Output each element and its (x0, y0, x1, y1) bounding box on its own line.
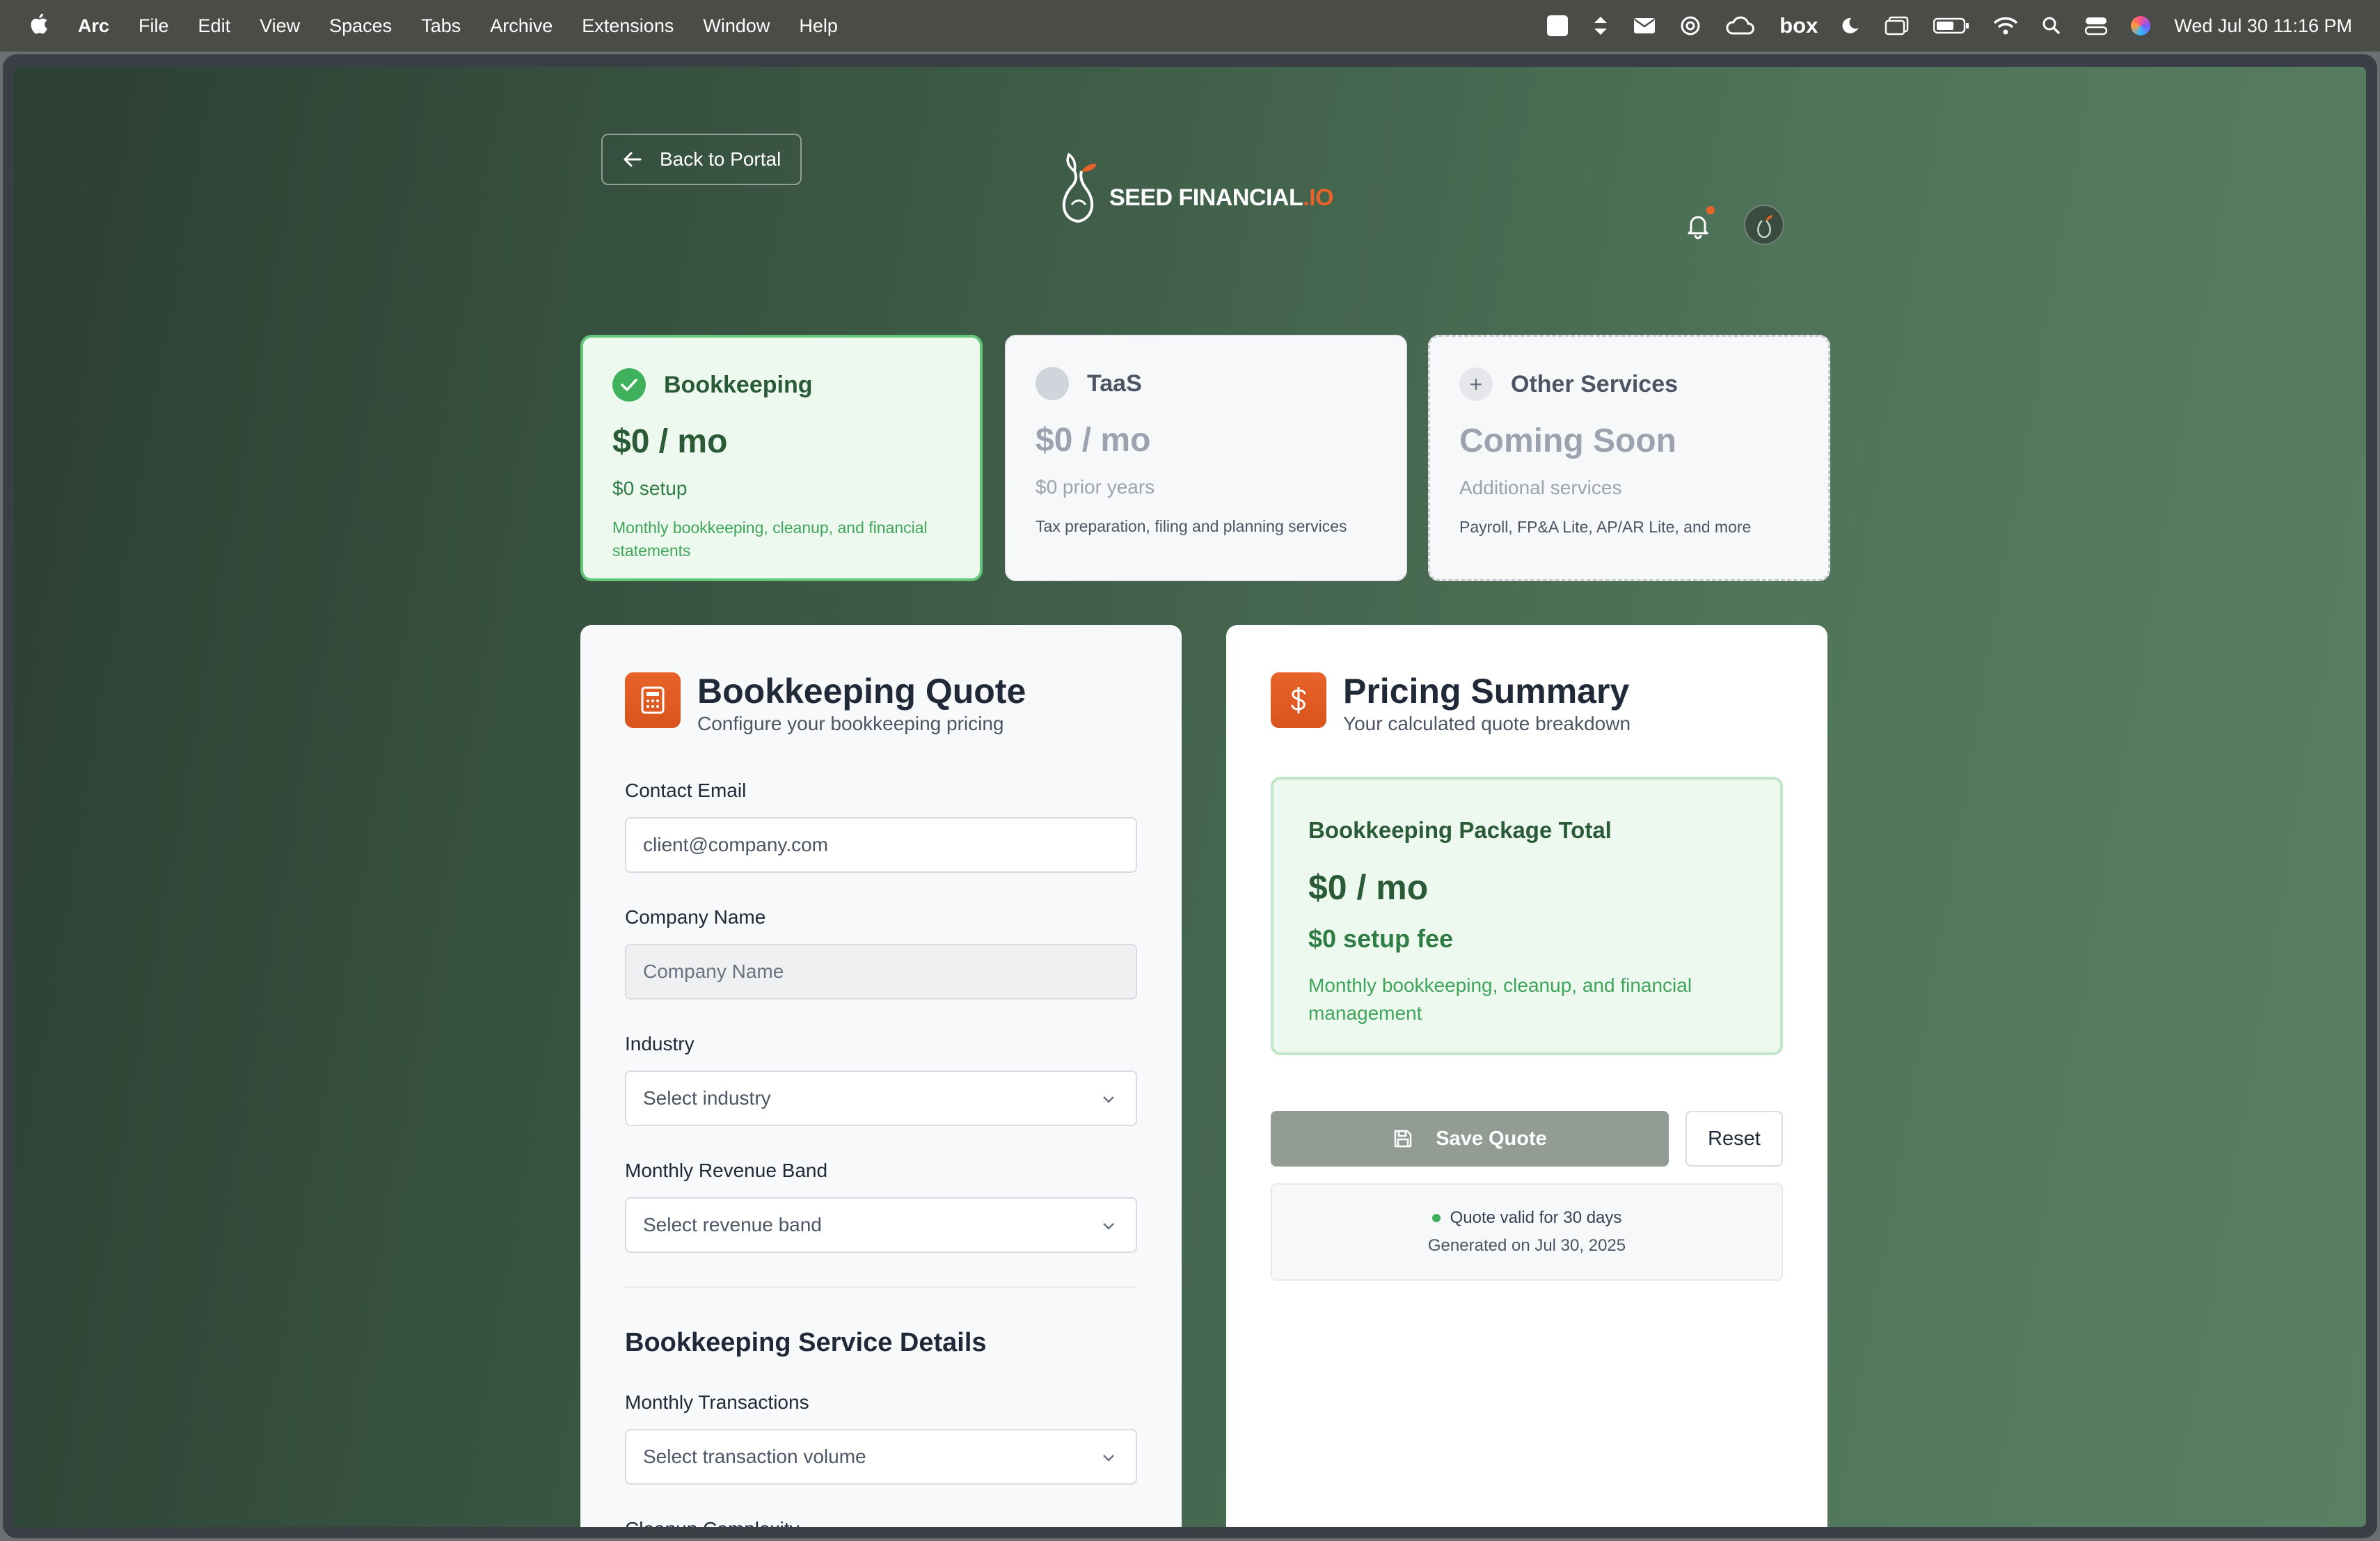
service-sub: $0 prior years (1036, 476, 1155, 498)
sync-icon[interactable] (1592, 15, 1610, 36)
service-price: $0 / mo (612, 423, 728, 460)
box-label: box (1779, 13, 1818, 38)
menu-app-name[interactable]: Arc (78, 15, 109, 37)
status-dot (1431, 1214, 1441, 1222)
revenue-band-label: Monthly Revenue Band (625, 1160, 828, 1181)
service-price: Coming Soon (1459, 422, 1676, 459)
box-icon[interactable]: box (1779, 13, 1818, 38)
seed-financial-logo: SEED FINANCIAL.IO (1051, 143, 1334, 227)
package-title: Bookkeeping Package Total (1308, 817, 1612, 843)
service-sub: $0 setup (612, 477, 688, 499)
company-name-input[interactable]: Company Name (625, 944, 1137, 999)
apple-menu-icon[interactable] (28, 12, 49, 40)
reset-button[interactable]: Reset (1685, 1111, 1783, 1167)
wifi-icon[interactable] (1993, 16, 2018, 35)
dollar-icon (1271, 672, 1326, 728)
quote-valid-text: Quote valid for 30 days (1450, 1208, 1622, 1227)
empty-circle-icon (1036, 367, 1069, 400)
monthly-transactions-select-value: Select transaction volume (643, 1446, 866, 1467)
avatar-seed-icon (1757, 215, 1772, 239)
logo-text: SEED FINANCIAL (1109, 184, 1303, 211)
cleanup-complexity-label: Cleanup Complexity (625, 1518, 1137, 1527)
quote-subtitle: Configure your bookkeeping pricing (697, 713, 1004, 734)
plus-circle-icon: + (1459, 368, 1493, 401)
logo-suffix: .IO (1303, 184, 1334, 211)
back-to-portal-label: Back to Portal (660, 148, 782, 170)
service-card-bookkeeping[interactable]: Bookkeeping $0 / mo $0 setup Monthly boo… (580, 335, 983, 581)
menubar-datetime[interactable]: Wed Jul 30 11:16 PM (2174, 15, 2352, 37)
battery-icon[interactable] (1933, 17, 1969, 34)
service-desc: Monthly bookkeeping, cleanup, and financ… (612, 519, 928, 560)
contact-email-input[interactable]: client@company.com (625, 817, 1137, 873)
menu-spaces[interactable]: Spaces (329, 15, 392, 37)
arrow-left-icon (624, 152, 642, 167)
save-quote-button[interactable]: Save Quote (1271, 1111, 1669, 1167)
quote-title: Bookkeeping Quote (697, 672, 1026, 711)
calculator-icon (625, 672, 681, 728)
service-card-other: + Other Services Coming Soon Additional … (1428, 335, 1830, 581)
cloud-icon[interactable] (1725, 15, 1756, 36)
chevron-down-icon (1103, 1455, 1114, 1462)
spotlight-search-icon[interactable] (2042, 16, 2061, 35)
moon-icon[interactable] (1841, 16, 1861, 35)
menu-archive[interactable]: Archive (490, 15, 553, 37)
menu-view[interactable]: View (260, 15, 300, 37)
revenue-band-select-value: Select revenue band (643, 1214, 822, 1235)
generated-date-text: Generated on Jul 30, 2025 (1427, 1236, 1626, 1255)
menu-tabs[interactable]: Tabs (421, 15, 461, 37)
service-card-taas[interactable]: TaaS $0 / mo $0 prior years Tax preparat… (1005, 335, 1407, 581)
monthly-transactions-select[interactable]: Select transaction volume (625, 1429, 1137, 1485)
menu-edit[interactable]: Edit (198, 15, 231, 37)
notification-bell-icon[interactable] (1684, 212, 1712, 239)
back-to-portal-button[interactable]: Back to Portal (601, 134, 802, 185)
check-circle-icon (612, 368, 646, 402)
section-divider (625, 1286, 1137, 1288)
bookkeeping-quote-panel: Bookkeeping Quote Configure your bookkee… (580, 625, 1182, 1527)
chevron-down-icon (1103, 1223, 1114, 1230)
service-title: Other Services (1511, 370, 1679, 397)
notification-badge (1706, 206, 1715, 214)
seed-sprout-icon (1062, 152, 1097, 223)
service-price: $0 / mo (1036, 422, 1151, 459)
service-desc: Payroll, FP&A Lite, AP/AR Lite, and more (1459, 518, 1752, 536)
summary-title: Pricing Summary (1343, 672, 1630, 711)
company-name-label: Company Name (625, 906, 766, 928)
chevron-down-icon (1103, 1096, 1114, 1103)
menu-file[interactable]: File (138, 15, 169, 37)
industry-label: Industry (625, 1033, 695, 1054)
package-setup-fee: $0 setup fee (1308, 924, 1454, 953)
window-switcher-icon[interactable] (1885, 16, 1910, 35)
openai-icon[interactable] (1679, 15, 1701, 37)
save-icon (1394, 1130, 1412, 1148)
revenue-band-select[interactable]: Select revenue band (625, 1197, 1137, 1253)
siri-icon[interactable] (2131, 16, 2151, 35)
menu-help[interactable]: Help (799, 15, 838, 37)
summary-subtitle: Your calculated quote breakdown (1343, 713, 1631, 734)
quote-validity-box: Quote valid for 30 days Generated on Jul… (1271, 1183, 1783, 1281)
menu-window[interactable]: Window (703, 15, 770, 37)
save-quote-label: Save Quote (1436, 1127, 1547, 1150)
industry-select-value: Select industry (643, 1087, 771, 1109)
control-center-icon[interactable] (2085, 16, 2108, 35)
mail-icon[interactable] (1633, 17, 1656, 34)
menu-extensions[interactable]: Extensions (582, 15, 674, 37)
monthly-transactions-label: Monthly Transactions (625, 1391, 809, 1413)
macos-menu-bar: Arc File Edit View Spaces Tabs Archive E… (0, 0, 2380, 52)
contact-email-label: Contact Email (625, 780, 747, 801)
user-avatar[interactable] (1744, 205, 1784, 245)
package-total-box: Bookkeeping Package Total $0 / mo $0 set… (1271, 777, 1783, 1055)
page-viewport: Back to Portal SEED FINANCIAL.IO Bookkee… (14, 67, 2366, 1527)
industry-select[interactable]: Select industry (625, 1070, 1137, 1126)
package-price: $0 / mo (1308, 868, 1429, 907)
drive-icon[interactable] (1547, 15, 1569, 36)
pricing-summary-panel: Pricing Summary Your calculated quote br… (1226, 625, 1827, 1527)
service-desc: Tax preparation, filing and planning ser… (1036, 517, 1347, 535)
service-sub: Additional services (1459, 477, 1622, 498)
service-title: TaaS (1087, 370, 1142, 397)
package-description: Monthly bookkeeping, cleanup, and financ… (1308, 974, 1692, 1024)
service-title: Bookkeeping (664, 371, 813, 398)
service-details-heading: Bookkeeping Service Details (625, 1328, 987, 1357)
